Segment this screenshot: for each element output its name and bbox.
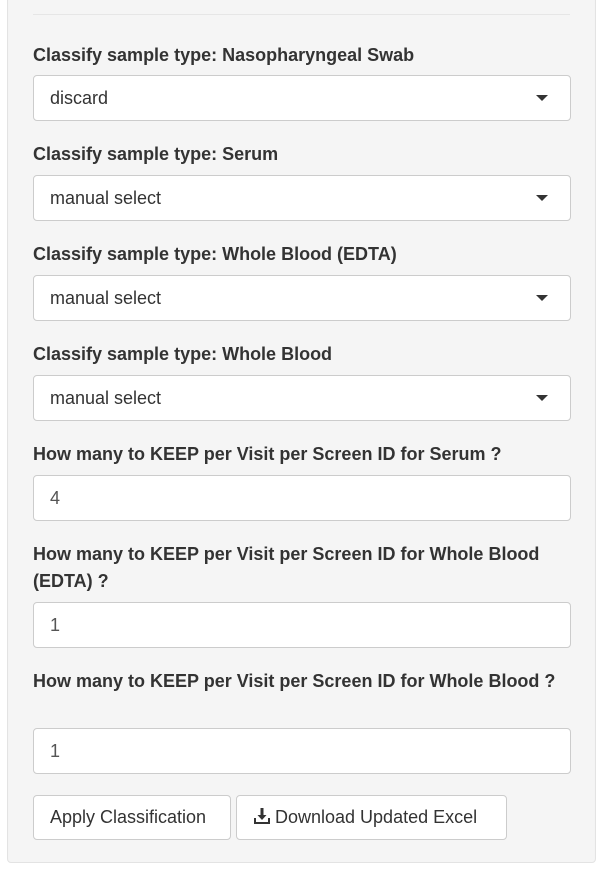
- select-value: manual select: [50, 388, 162, 408]
- input-value: 1: [50, 615, 61, 635]
- classify-label-nasopharyngeal-swab: Classify sample type: Nasopharyngeal Swa…: [33, 45, 415, 65]
- caret-down-icon: [536, 95, 548, 101]
- keep-input-whole-blood-edta[interactable]: 1: [33, 602, 571, 648]
- download-updated-excel-button[interactable]: Download Updated Excel: [236, 795, 507, 840]
- classify-select-nasopharyngeal-swab[interactable]: discard: [33, 75, 571, 121]
- classify-select-whole-blood-edta[interactable]: manual select: [33, 275, 571, 321]
- classify-select-serum[interactable]: manual select: [33, 175, 571, 221]
- input-value: 4: [50, 488, 61, 508]
- keep-label-whole-blood: How many to KEEP per Visit per Screen ID…: [33, 671, 556, 691]
- apply-classification-button[interactable]: Apply Classification: [33, 795, 231, 840]
- download-icon: [254, 808, 270, 824]
- keep-input-whole-blood[interactable]: 1: [33, 728, 571, 774]
- select-value: discard: [50, 88, 109, 108]
- download-button-label: Download Updated Excel: [275, 807, 478, 827]
- keep-label-serum: How many to KEEP per Visit per Screen ID…: [33, 444, 502, 464]
- input-value: 1: [50, 741, 61, 761]
- select-value: manual select: [50, 188, 162, 208]
- caret-down-icon: [536, 395, 548, 401]
- classify-label-whole-blood: Classify sample type: Whole Blood: [33, 344, 333, 364]
- classify-select-whole-blood[interactable]: manual select: [33, 375, 571, 421]
- classify-label-serum: Classify sample type: Serum: [33, 144, 279, 164]
- keep-label-whole-blood-edta: How many to KEEP per Visit per Screen ID…: [33, 544, 540, 591]
- keep-input-serum[interactable]: 4: [33, 475, 571, 521]
- apply-button-label: Apply Classification: [50, 807, 207, 827]
- classify-label-whole-blood-edta: Classify sample type: Whole Blood (EDTA): [33, 244, 397, 264]
- divider: [33, 14, 570, 15]
- caret-down-icon: [536, 295, 548, 301]
- select-value: manual select: [50, 288, 162, 308]
- caret-down-icon: [536, 195, 548, 201]
